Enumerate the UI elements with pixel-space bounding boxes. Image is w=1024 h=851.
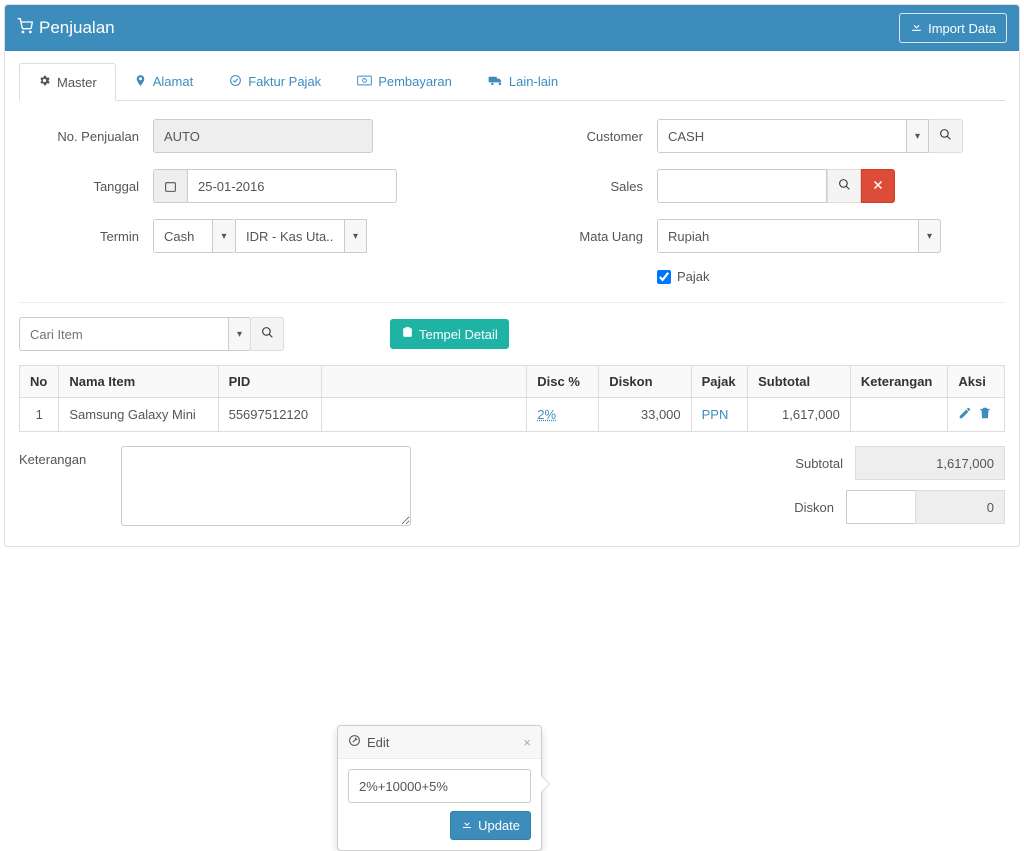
cell-discp: 2%	[527, 398, 599, 432]
col-discp: Disc %	[527, 366, 599, 398]
popover-title: Edit	[367, 735, 389, 750]
sales-search-button[interactable]	[827, 169, 861, 203]
currency-select[interactable]	[657, 219, 919, 253]
diskon-value: 0	[915, 490, 1005, 524]
chevron-down-icon[interactable]: ▾	[919, 219, 941, 253]
termin-account-select[interactable]	[235, 219, 345, 253]
col-diskon: Diskon	[599, 366, 691, 398]
panel-heading: Penjualan Import Data	[5, 5, 1019, 51]
tanggal-label: Tanggal	[23, 179, 153, 194]
cart-icon	[17, 18, 33, 39]
search-icon	[939, 128, 952, 144]
customer-select[interactable]	[657, 119, 907, 153]
edit-row-button[interactable]	[958, 406, 972, 423]
tab-faktur-label: Faktur Pajak	[248, 74, 321, 89]
col-aksi: Aksi	[948, 366, 1005, 398]
search-item-input[interactable]	[19, 317, 229, 351]
import-data-button[interactable]: Import Data	[899, 13, 1007, 43]
search-icon	[838, 178, 851, 194]
download-icon	[461, 818, 473, 833]
paste-icon	[401, 326, 414, 342]
popover-update-button[interactable]: Update	[450, 811, 531, 840]
download-icon	[910, 20, 923, 36]
diskon-input[interactable]	[846, 490, 916, 524]
calendar-icon[interactable]	[153, 169, 187, 203]
col-nama: Nama Item	[59, 366, 218, 398]
edit-icon	[348, 734, 361, 750]
col-no: No	[20, 366, 59, 398]
discp-link[interactable]: 2%	[537, 407, 556, 422]
edit-popover: Edit × Update	[337, 725, 542, 851]
tempel-label: Tempel Detail	[419, 327, 498, 342]
pajak-checkbox-wrap[interactable]: Pajak	[657, 269, 710, 284]
diskon-label: Diskon	[706, 500, 846, 515]
sales-input[interactable]	[657, 169, 827, 203]
money-icon	[357, 74, 372, 90]
cell-subtotal: 1,617,000	[748, 398, 851, 432]
customer-search-button[interactable]	[929, 119, 963, 153]
termin-label: Termin	[23, 229, 153, 244]
tanggal-input[interactable]	[187, 169, 397, 203]
col-pid: PID	[218, 366, 321, 398]
no-penjualan-label: No. Penjualan	[23, 129, 153, 144]
tab-faktur[interactable]: Faktur Pajak	[211, 63, 339, 100]
termin-cash-select[interactable]	[153, 219, 213, 253]
import-label: Import Data	[928, 21, 996, 36]
delete-row-button[interactable]	[978, 406, 992, 423]
cell-aksi	[948, 398, 1005, 432]
col-subtotal: Subtotal	[748, 366, 851, 398]
no-penjualan-input	[153, 119, 373, 153]
tab-master-label: Master	[57, 75, 97, 90]
popover-close-button[interactable]: ×	[523, 735, 531, 750]
detail-table: No Nama Item PID Disc % Diskon Pajak Sub…	[19, 365, 1005, 432]
tab-pembayaran[interactable]: Pembayaran	[339, 63, 470, 100]
search-item-button[interactable]	[250, 317, 284, 351]
update-label: Update	[478, 818, 520, 833]
keterangan-label: Keterangan	[19, 446, 109, 526]
col-ket: Keterangan	[850, 366, 948, 398]
col-pajak: Pajak	[691, 366, 747, 398]
gears-icon	[38, 74, 51, 90]
tab-lain[interactable]: Lain-lain	[470, 63, 576, 100]
cell-ket	[850, 398, 948, 432]
subtotal-label: Subtotal	[715, 456, 855, 471]
col-hidden	[321, 366, 526, 398]
sales-clear-button[interactable]	[861, 169, 895, 203]
truck-icon	[488, 74, 503, 90]
cell-pajak: PPN	[691, 398, 747, 432]
sales-label: Sales	[527, 179, 657, 194]
subtotal-value: 1,617,000	[855, 446, 1005, 480]
cell-no: 1	[20, 398, 59, 432]
marker-icon	[134, 74, 147, 90]
tab-alamat-label: Alamat	[153, 74, 193, 89]
pajak-label: Pajak	[677, 269, 710, 284]
tab-alamat[interactable]: Alamat	[116, 63, 211, 100]
pajak-checkbox[interactable]	[657, 270, 671, 284]
page-title: Penjualan	[17, 18, 115, 39]
customer-label: Customer	[527, 129, 657, 144]
cell-pid: 55697512120	[218, 398, 321, 432]
check-circle-icon	[229, 74, 242, 90]
tab-pembayaran-label: Pembayaran	[378, 74, 452, 89]
cell-nama: Samsung Galaxy Mini	[59, 398, 218, 432]
tabs: Master Alamat Faktur Pajak Pembayaran La…	[19, 63, 1005, 101]
close-icon	[872, 179, 884, 194]
table-row: 1 Samsung Galaxy Mini 55697512120 2% 33,…	[20, 398, 1005, 432]
cell-diskon: 33,000	[599, 398, 691, 432]
currency-label: Mata Uang	[527, 229, 657, 244]
pajak-link[interactable]: PPN	[702, 407, 729, 422]
chevron-down-icon[interactable]: ▾	[907, 119, 929, 153]
tempel-detail-button[interactable]: Tempel Detail	[390, 319, 509, 349]
title-text: Penjualan	[39, 18, 115, 38]
keterangan-textarea[interactable]	[121, 446, 411, 526]
popover-input[interactable]	[348, 769, 531, 803]
tab-lain-label: Lain-lain	[509, 74, 558, 89]
search-icon	[261, 326, 274, 342]
chevron-down-icon[interactable]: ▾	[213, 219, 235, 253]
chevron-down-icon[interactable]: ▾	[229, 317, 251, 351]
chevron-down-icon[interactable]: ▾	[345, 219, 367, 253]
tab-master[interactable]: Master	[19, 63, 116, 101]
